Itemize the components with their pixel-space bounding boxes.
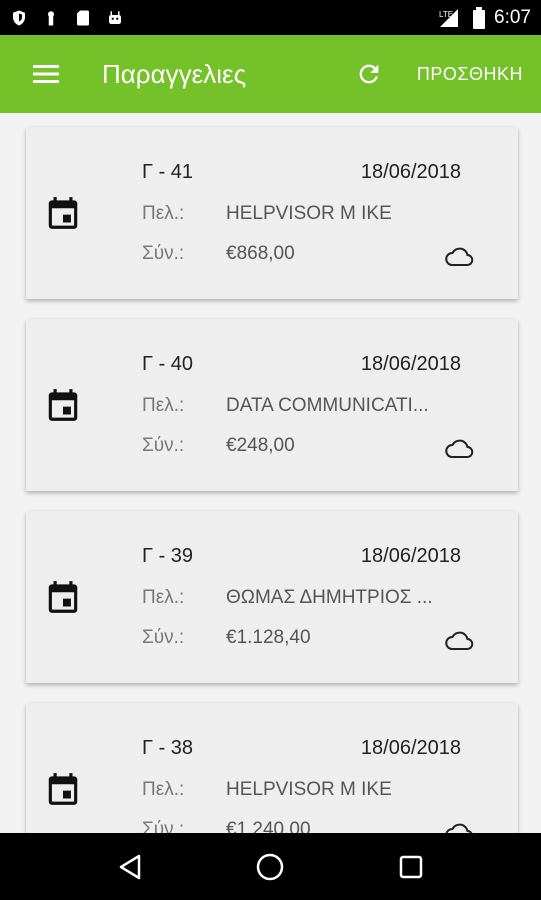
battery-icon <box>473 6 486 29</box>
order-card[interactable]: Γ - 40 18/06/2018 Πελ.: DATA COMMUNICATI… <box>26 319 518 491</box>
customer-label: Πελ.: <box>142 779 185 800</box>
order-date: 18/06/2018 <box>360 161 461 183</box>
total-label: Σύν.: <box>142 819 185 833</box>
notification-icons <box>10 9 124 27</box>
order-number: Γ - 39 <box>142 545 194 567</box>
android-icon <box>109 10 121 24</box>
calendar-icon <box>48 197 78 229</box>
order-card[interactable]: Γ - 41 18/06/2018 Πελ.: HELPVISOR M IKE … <box>26 127 518 299</box>
customer-name: HELPVISOR M IKE <box>226 779 392 800</box>
customer-name: DATA COMMUNICATI... <box>226 395 429 416</box>
hamburger-menu-icon <box>33 65 59 83</box>
refresh-button[interactable] <box>347 52 391 96</box>
order-total: €868,00 <box>226 243 295 264</box>
calendar-icon <box>48 581 78 613</box>
home-icon <box>257 853 284 880</box>
shield-icon <box>13 10 25 25</box>
back-icon <box>119 854 141 879</box>
customer-label: Πελ.: <box>142 587 185 608</box>
order-total: €248,00 <box>226 435 295 456</box>
calendar-icon <box>48 773 78 805</box>
customer-name: ΘΩΜΑΣ ΔΗΜΗΤΡΙΟΣ ... <box>226 587 433 608</box>
customer-label: Πελ.: <box>142 203 185 224</box>
back-button[interactable] <box>106 843 154 891</box>
add-order-button[interactable]: ΠΡΟΣΘΗΚΗ <box>417 64 523 85</box>
calendar-icon <box>48 389 78 421</box>
order-total: €1.240,00 <box>226 819 311 833</box>
svg-text:LTE: LTE <box>439 10 453 19</box>
status-bar: LTE 6:07 <box>0 0 541 35</box>
cloud-sync-icon <box>445 439 474 458</box>
keyhole-icon <box>48 10 54 25</box>
orders-list: Γ - 41 18/06/2018 Πελ.: HELPVISOR M IKE … <box>0 113 541 833</box>
order-date: 18/06/2018 <box>360 737 461 759</box>
page-title: Παραγγελιες <box>102 58 247 89</box>
cloud-sync-icon <box>445 247 474 266</box>
customer-label: Πελ.: <box>142 395 185 416</box>
refresh-icon <box>359 64 379 84</box>
order-number: Γ - 40 <box>142 353 194 375</box>
total-label: Σύν.: <box>142 627 185 648</box>
total-label: Σύν.: <box>142 243 185 264</box>
system-status: LTE 6:07 <box>438 6 531 29</box>
recents-button[interactable] <box>387 843 435 891</box>
clock: 6:07 <box>494 6 531 28</box>
sd-card-icon <box>77 10 89 25</box>
navigation-bar <box>0 833 541 900</box>
order-number: Γ - 41 <box>142 161 194 183</box>
customer-name: HELPVISOR M IKE <box>226 203 392 224</box>
order-total: €1.128,40 <box>226 627 311 648</box>
order-date: 18/06/2018 <box>360 353 461 375</box>
order-card[interactable]: Γ - 39 18/06/2018 Πελ.: ΘΩΜΑΣ ΔΗΜΗΤΡΙΟΣ … <box>26 511 518 683</box>
cloud-sync-icon <box>445 823 473 833</box>
recents-icon <box>399 855 423 878</box>
app-bar: Παραγγελιες ΠΡΟΣΘΗΚΗ <box>0 35 541 113</box>
menu-button[interactable] <box>22 50 70 98</box>
order-number: Γ - 38 <box>142 737 194 759</box>
home-button[interactable] <box>246 843 294 891</box>
total-label: Σύν.: <box>142 435 185 456</box>
cloud-sync-icon <box>445 631 474 650</box>
signal-icon: LTE <box>439 8 459 27</box>
order-card[interactable]: Γ - 38 18/06/2018 Πελ.: HELPVISOR M IKE … <box>26 703 518 833</box>
order-date: 18/06/2018 <box>360 545 461 567</box>
